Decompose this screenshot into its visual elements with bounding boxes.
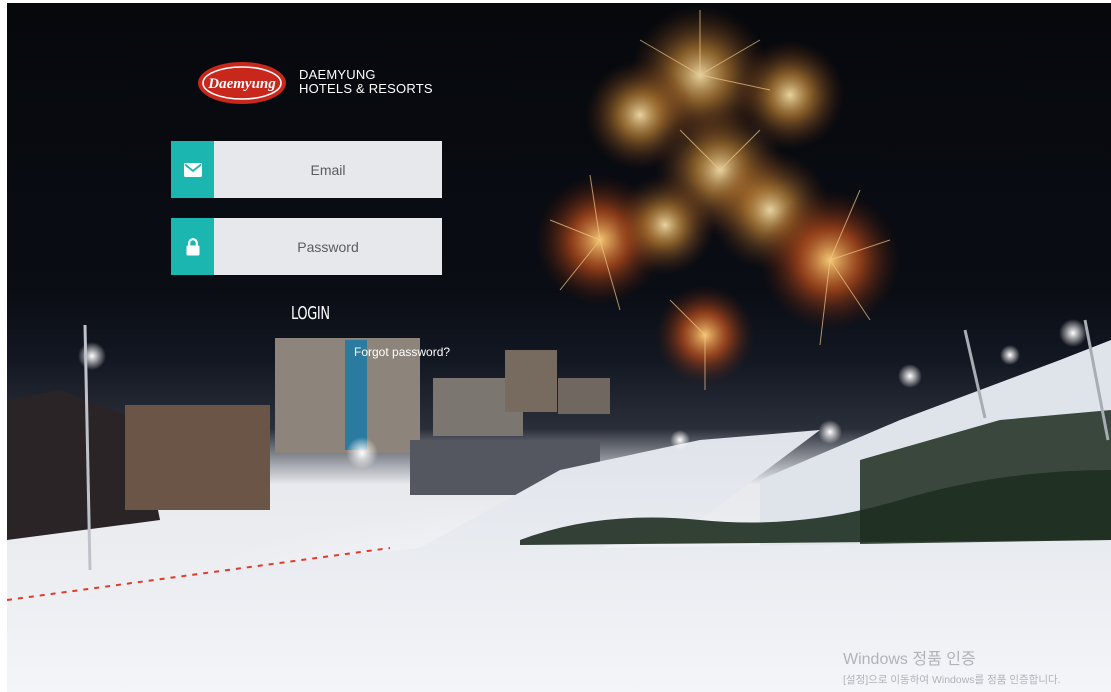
svg-text:Daemyung: Daemyung: [207, 76, 276, 92]
password-input[interactable]: [214, 218, 442, 275]
forgot-password-link[interactable]: Forgot password?: [354, 345, 450, 359]
background-photo: [6, 5, 1111, 692]
brand-line-1: DAEMYUNG: [299, 67, 376, 82]
lock-icon: [171, 218, 214, 275]
windows-activation-watermark: Windows 정품 인증 [설정]으로 이동하여 Windows를 정품 인증…: [843, 645, 1061, 687]
envelope-icon: [171, 141, 214, 198]
login-button[interactable]: LOGIN: [291, 303, 330, 324]
brand-name: DAEMYUNG HOTELS & RESORTS: [299, 68, 433, 96]
window-frame-left: [0, 0, 7, 692]
window-frame-top: [0, 0, 1111, 3]
email-field[interactable]: [171, 141, 442, 198]
watermark-title: Windows 정품 인증: [843, 651, 976, 668]
login-page: Daemyung DAEMYUNG HOTELS & RESORTS LOGIN…: [0, 0, 1111, 692]
fireworks: [535, 5, 900, 390]
daemyung-logo-mark: Daemyung: [198, 62, 286, 104]
email-input[interactable]: [214, 141, 442, 198]
password-field[interactable]: [171, 218, 442, 275]
brand-logo[interactable]: Daemyung DAEMYUNG HOTELS & RESORTS: [198, 60, 433, 108]
watermark-subtitle: [설정]으로 이동하여 Windows를 정품 인증합니다.: [843, 674, 1061, 686]
brand-line-2: HOTELS & RESORTS: [299, 81, 433, 96]
